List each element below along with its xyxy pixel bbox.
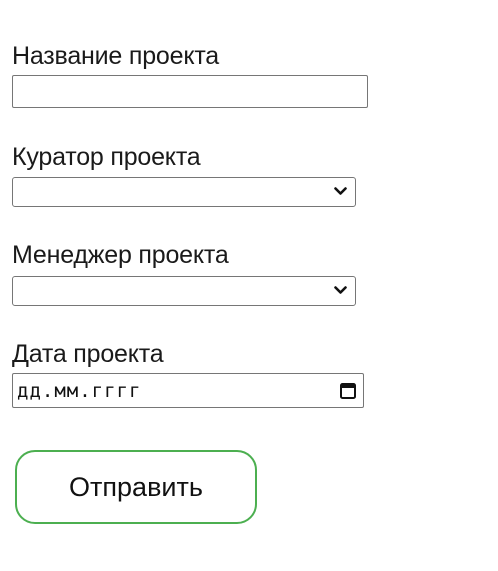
calendar-icon[interactable] bbox=[340, 382, 356, 399]
curator-label: Куратор проекта bbox=[12, 143, 201, 171]
date-placeholder: дд.мм.гггг bbox=[17, 380, 142, 402]
submit-button[interactable]: Отправить bbox=[15, 450, 257, 524]
project-name-input[interactable] bbox=[12, 75, 368, 108]
date-input[interactable]: дд.мм.гггг bbox=[12, 373, 364, 408]
curator-select[interactable] bbox=[12, 177, 356, 207]
manager-label: Менеджер проекта bbox=[12, 241, 229, 269]
chevron-down-icon bbox=[334, 187, 347, 195]
manager-select[interactable] bbox=[12, 276, 356, 306]
date-label: Дата проекта bbox=[12, 340, 164, 368]
chevron-down-icon bbox=[334, 286, 347, 294]
project-name-label: Название проекта bbox=[12, 42, 220, 70]
